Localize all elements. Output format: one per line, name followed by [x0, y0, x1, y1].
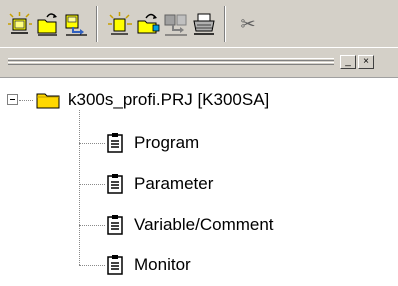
- toolbar: ✂: [0, 0, 398, 48]
- tree-connector: [79, 225, 105, 226]
- pane-grip[interactable]: [8, 62, 334, 65]
- save-icon: [164, 14, 187, 36]
- tree-connector: [79, 265, 105, 266]
- tree-item-program[interactable]: Program: [134, 133, 199, 153]
- project-window: ✂ _ × k300s_profi.PRJ [K300SA] Program P…: [0, 0, 398, 286]
- tree-connector: [19, 100, 33, 101]
- document-icon[interactable]: [107, 255, 123, 275]
- toolbar-separator: [96, 6, 98, 42]
- new-project-icon: [8, 12, 32, 34]
- print-icon: [193, 13, 215, 35]
- collapse-toggle[interactable]: [7, 94, 18, 105]
- tree-connector: [79, 110, 80, 265]
- document-icon[interactable]: [107, 215, 123, 235]
- minimize-pane-button[interactable]: _: [340, 55, 356, 69]
- pane-header: _ ×: [0, 48, 398, 78]
- tree-item-variable-comment[interactable]: Variable/Comment: [134, 215, 274, 235]
- close-pane-button[interactable]: ×: [358, 55, 374, 69]
- project-tree: k300s_profi.PRJ [K300SA] Program Paramet…: [0, 78, 398, 286]
- save-project-icon: [65, 14, 87, 36]
- project-root-label[interactable]: k300s_profi.PRJ [K300SA]: [68, 90, 269, 110]
- save-project-button[interactable]: [62, 10, 90, 38]
- tree-item-monitor[interactable]: Monitor: [134, 255, 191, 275]
- open-project-button[interactable]: [34, 10, 62, 38]
- new-button[interactable]: [106, 10, 134, 38]
- tree-connector: [79, 184, 105, 185]
- save-button[interactable]: [162, 10, 190, 38]
- print-button[interactable]: [190, 10, 218, 38]
- document-icon[interactable]: [107, 133, 123, 153]
- new-icon: [108, 12, 132, 35]
- document-icon[interactable]: [107, 174, 123, 194]
- new-project-button[interactable]: [6, 10, 34, 38]
- open-icon: [137, 13, 160, 34]
- open-button[interactable]: [134, 10, 162, 38]
- cut-button[interactable]: ✂: [234, 10, 262, 38]
- folder-icon[interactable]: [36, 91, 60, 109]
- cut-icon: ✂: [240, 14, 256, 34]
- pane-grip[interactable]: [8, 58, 334, 61]
- tree-connector: [79, 143, 105, 144]
- open-project-icon: [37, 13, 57, 36]
- tree-item-parameter[interactable]: Parameter: [134, 174, 213, 194]
- toolbar-separator: [224, 6, 226, 42]
